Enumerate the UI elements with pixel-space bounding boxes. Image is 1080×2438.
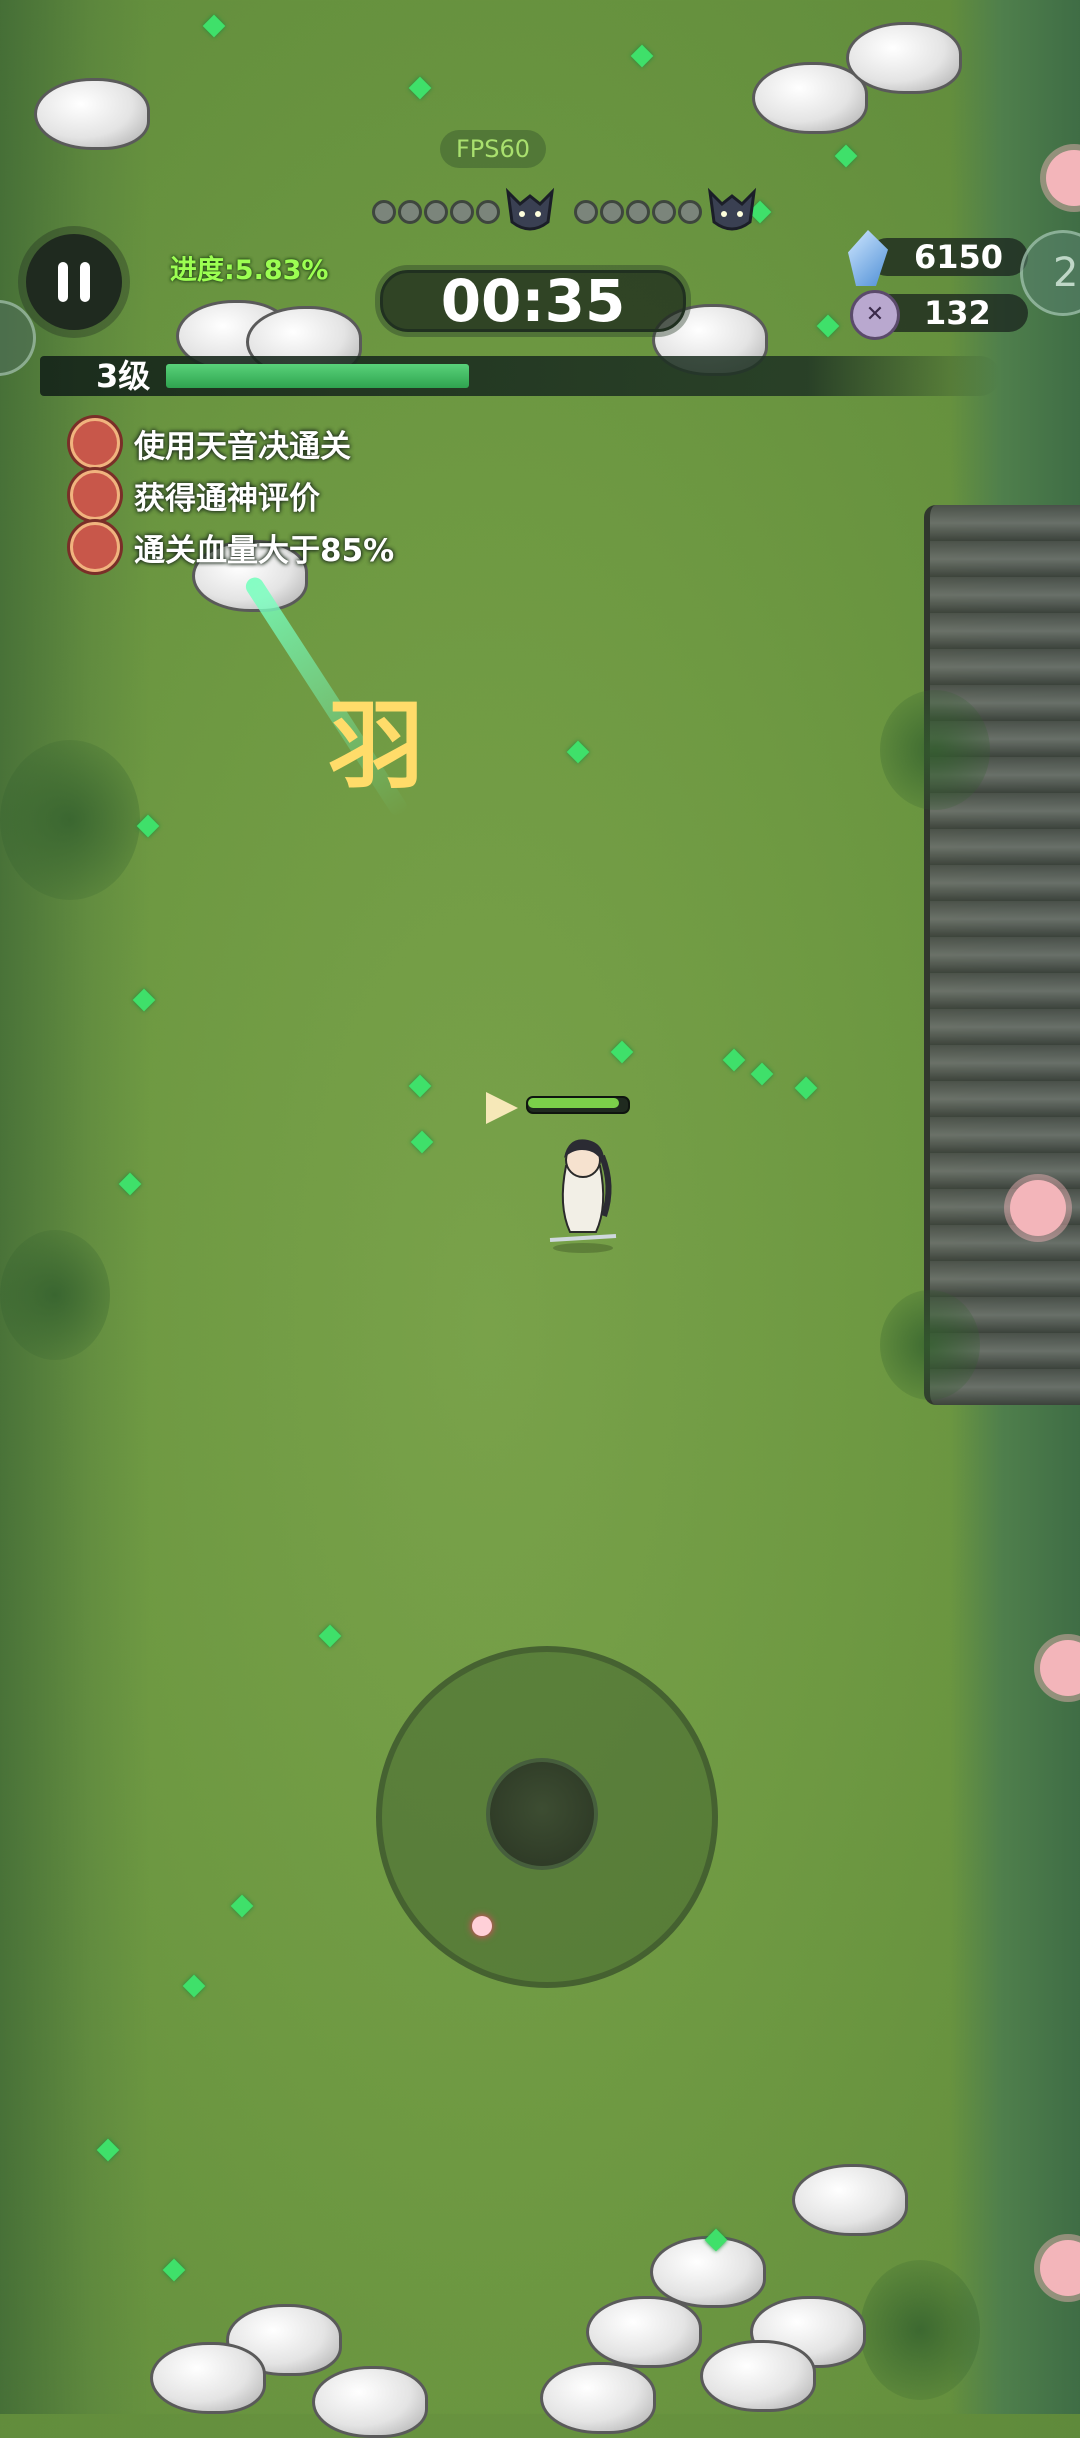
bush: [880, 690, 990, 810]
xp-gem: [834, 144, 858, 168]
quest-item: 使用天音决通关: [70, 418, 351, 468]
quest-badge-icon: [70, 418, 120, 468]
xp-gem: [408, 1074, 432, 1098]
wave-dot-icon: [372, 200, 396, 224]
joystick-knob[interactable]: [486, 1758, 598, 1870]
xp-gem: [230, 1894, 254, 1918]
quest-badge-icon: [70, 522, 120, 572]
boss-wave-icon: [502, 182, 558, 238]
wolf-enemy: [586, 2296, 702, 2368]
blossom-icon: [1010, 1180, 1066, 1236]
fps-counter: FPS60: [440, 130, 546, 168]
xp-gem: [722, 1048, 746, 1072]
quest-item: 获得通神评价: [70, 470, 320, 520]
xp-gem: [750, 1062, 774, 1086]
touch-indicator: [472, 1916, 492, 1936]
player-health-fill: [528, 1098, 619, 1108]
wave-dot-icon: [476, 200, 500, 224]
xp-gem: [162, 2258, 186, 2282]
xp-gem: [610, 1040, 634, 1064]
survival-timer: 00:35: [440, 267, 626, 335]
bush: [860, 2260, 980, 2400]
wave-dot-icon: [450, 200, 474, 224]
rune-glyph: 羽: [328, 690, 424, 802]
wolf-enemy: [150, 2342, 266, 2414]
stone-wall: [924, 505, 1080, 1405]
quest-text: 获得通神评价: [134, 480, 320, 517]
xp-bar-fill: [166, 364, 469, 388]
wave-dot-icon: [626, 200, 650, 224]
wave-dot-icon: [600, 200, 624, 224]
xp-gem: [816, 314, 840, 338]
pause-button[interactable]: [26, 234, 122, 330]
quest-badge-icon: [70, 470, 120, 520]
bush: [0, 740, 140, 900]
bush: [0, 1230, 110, 1360]
skull-icon: ✕: [850, 290, 900, 340]
pause-icon: [80, 262, 90, 302]
wolf-enemy: [312, 2366, 428, 2438]
wolf-enemy: [34, 78, 150, 150]
wave-dot-icon: [398, 200, 422, 224]
wolf-enemy: [792, 2164, 908, 2236]
xp-gem: [630, 44, 654, 68]
wave-dot-icon: [678, 200, 702, 224]
xp-gem: [410, 1130, 434, 1154]
xp-gem: [794, 1076, 818, 1100]
timer-panel: 00:35: [380, 270, 686, 332]
direction-arrow-icon: [486, 1092, 518, 1124]
xp-gem: [408, 76, 432, 100]
level-label: 3级: [96, 357, 151, 395]
xp-gem: [182, 1974, 206, 1998]
crystal-count: 6150: [914, 238, 1004, 276]
wolf-enemy: [700, 2340, 816, 2412]
xp-gem: [566, 740, 590, 764]
kill-count: 132: [924, 294, 991, 332]
quest-text: 通关血量大于85%: [134, 532, 395, 569]
wave-dot-icon: [574, 200, 598, 224]
wave-dot-icon: [652, 200, 676, 224]
stage-progress: 进度:5.83%: [170, 255, 329, 286]
xp-gem: [202, 14, 226, 38]
pause-icon: [58, 262, 68, 302]
quest-item: 通关血量大于85%: [70, 522, 394, 572]
wolf-enemy: [540, 2362, 656, 2434]
bush: [880, 1290, 980, 1400]
wave-dot-icon: [424, 200, 448, 224]
quest-text: 使用天音决通关: [134, 428, 351, 465]
player-character: [549, 1139, 617, 1253]
xp-gem: [318, 1624, 342, 1648]
wolf-enemy: [846, 22, 962, 94]
boss-wave-icon: [704, 182, 760, 238]
